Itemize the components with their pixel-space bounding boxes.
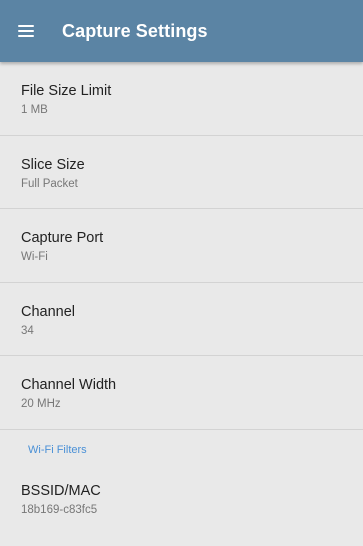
app-bar: Capture Settings: [0, 0, 363, 62]
setting-capture-port[interactable]: Capture Port Wi-Fi: [0, 209, 363, 283]
setting-file-size-limit[interactable]: File Size Limit 1 MB: [0, 62, 363, 136]
setting-channel[interactable]: Channel 34: [0, 283, 363, 356]
setting-value: 18b169-c83fc5: [21, 503, 98, 516]
setting-label: Channel: [21, 303, 76, 320]
setting-label: BSSID/MAC: [21, 482, 101, 499]
setting-value: Wi-Fi: [21, 251, 48, 263]
menu-button[interactable]: [0, 0, 52, 62]
setting-value: Full Packet: [21, 177, 78, 190]
setting-slice-size[interactable]: Slice Size Full Packet: [0, 136, 363, 209]
setting-value: 1 MB: [21, 104, 48, 116]
setting-bssid-mac[interactable]: BSSID/MAC 18b169-c83fc5: [0, 470, 363, 544]
setting-value: 34: [21, 324, 34, 337]
hamburger-menu-icon: [18, 25, 34, 37]
page-title: Capture Settings: [62, 20, 208, 41]
setting-value: 20 MHz: [21, 398, 61, 410]
settings-list: File Size Limit 1 MB Slice Size Full Pac…: [0, 62, 363, 543]
setting-label: Channel Width: [21, 377, 117, 393]
wifi-filters-section-header: Wi-Fi Filters: [28, 443, 87, 456]
setting-label: Capture Port: [21, 230, 104, 246]
setting-channel-width[interactable]: Channel Width 20 MHz: [0, 356, 363, 430]
setting-label: File Size Limit: [21, 83, 112, 99]
setting-label: Slice Size: [21, 156, 85, 173]
